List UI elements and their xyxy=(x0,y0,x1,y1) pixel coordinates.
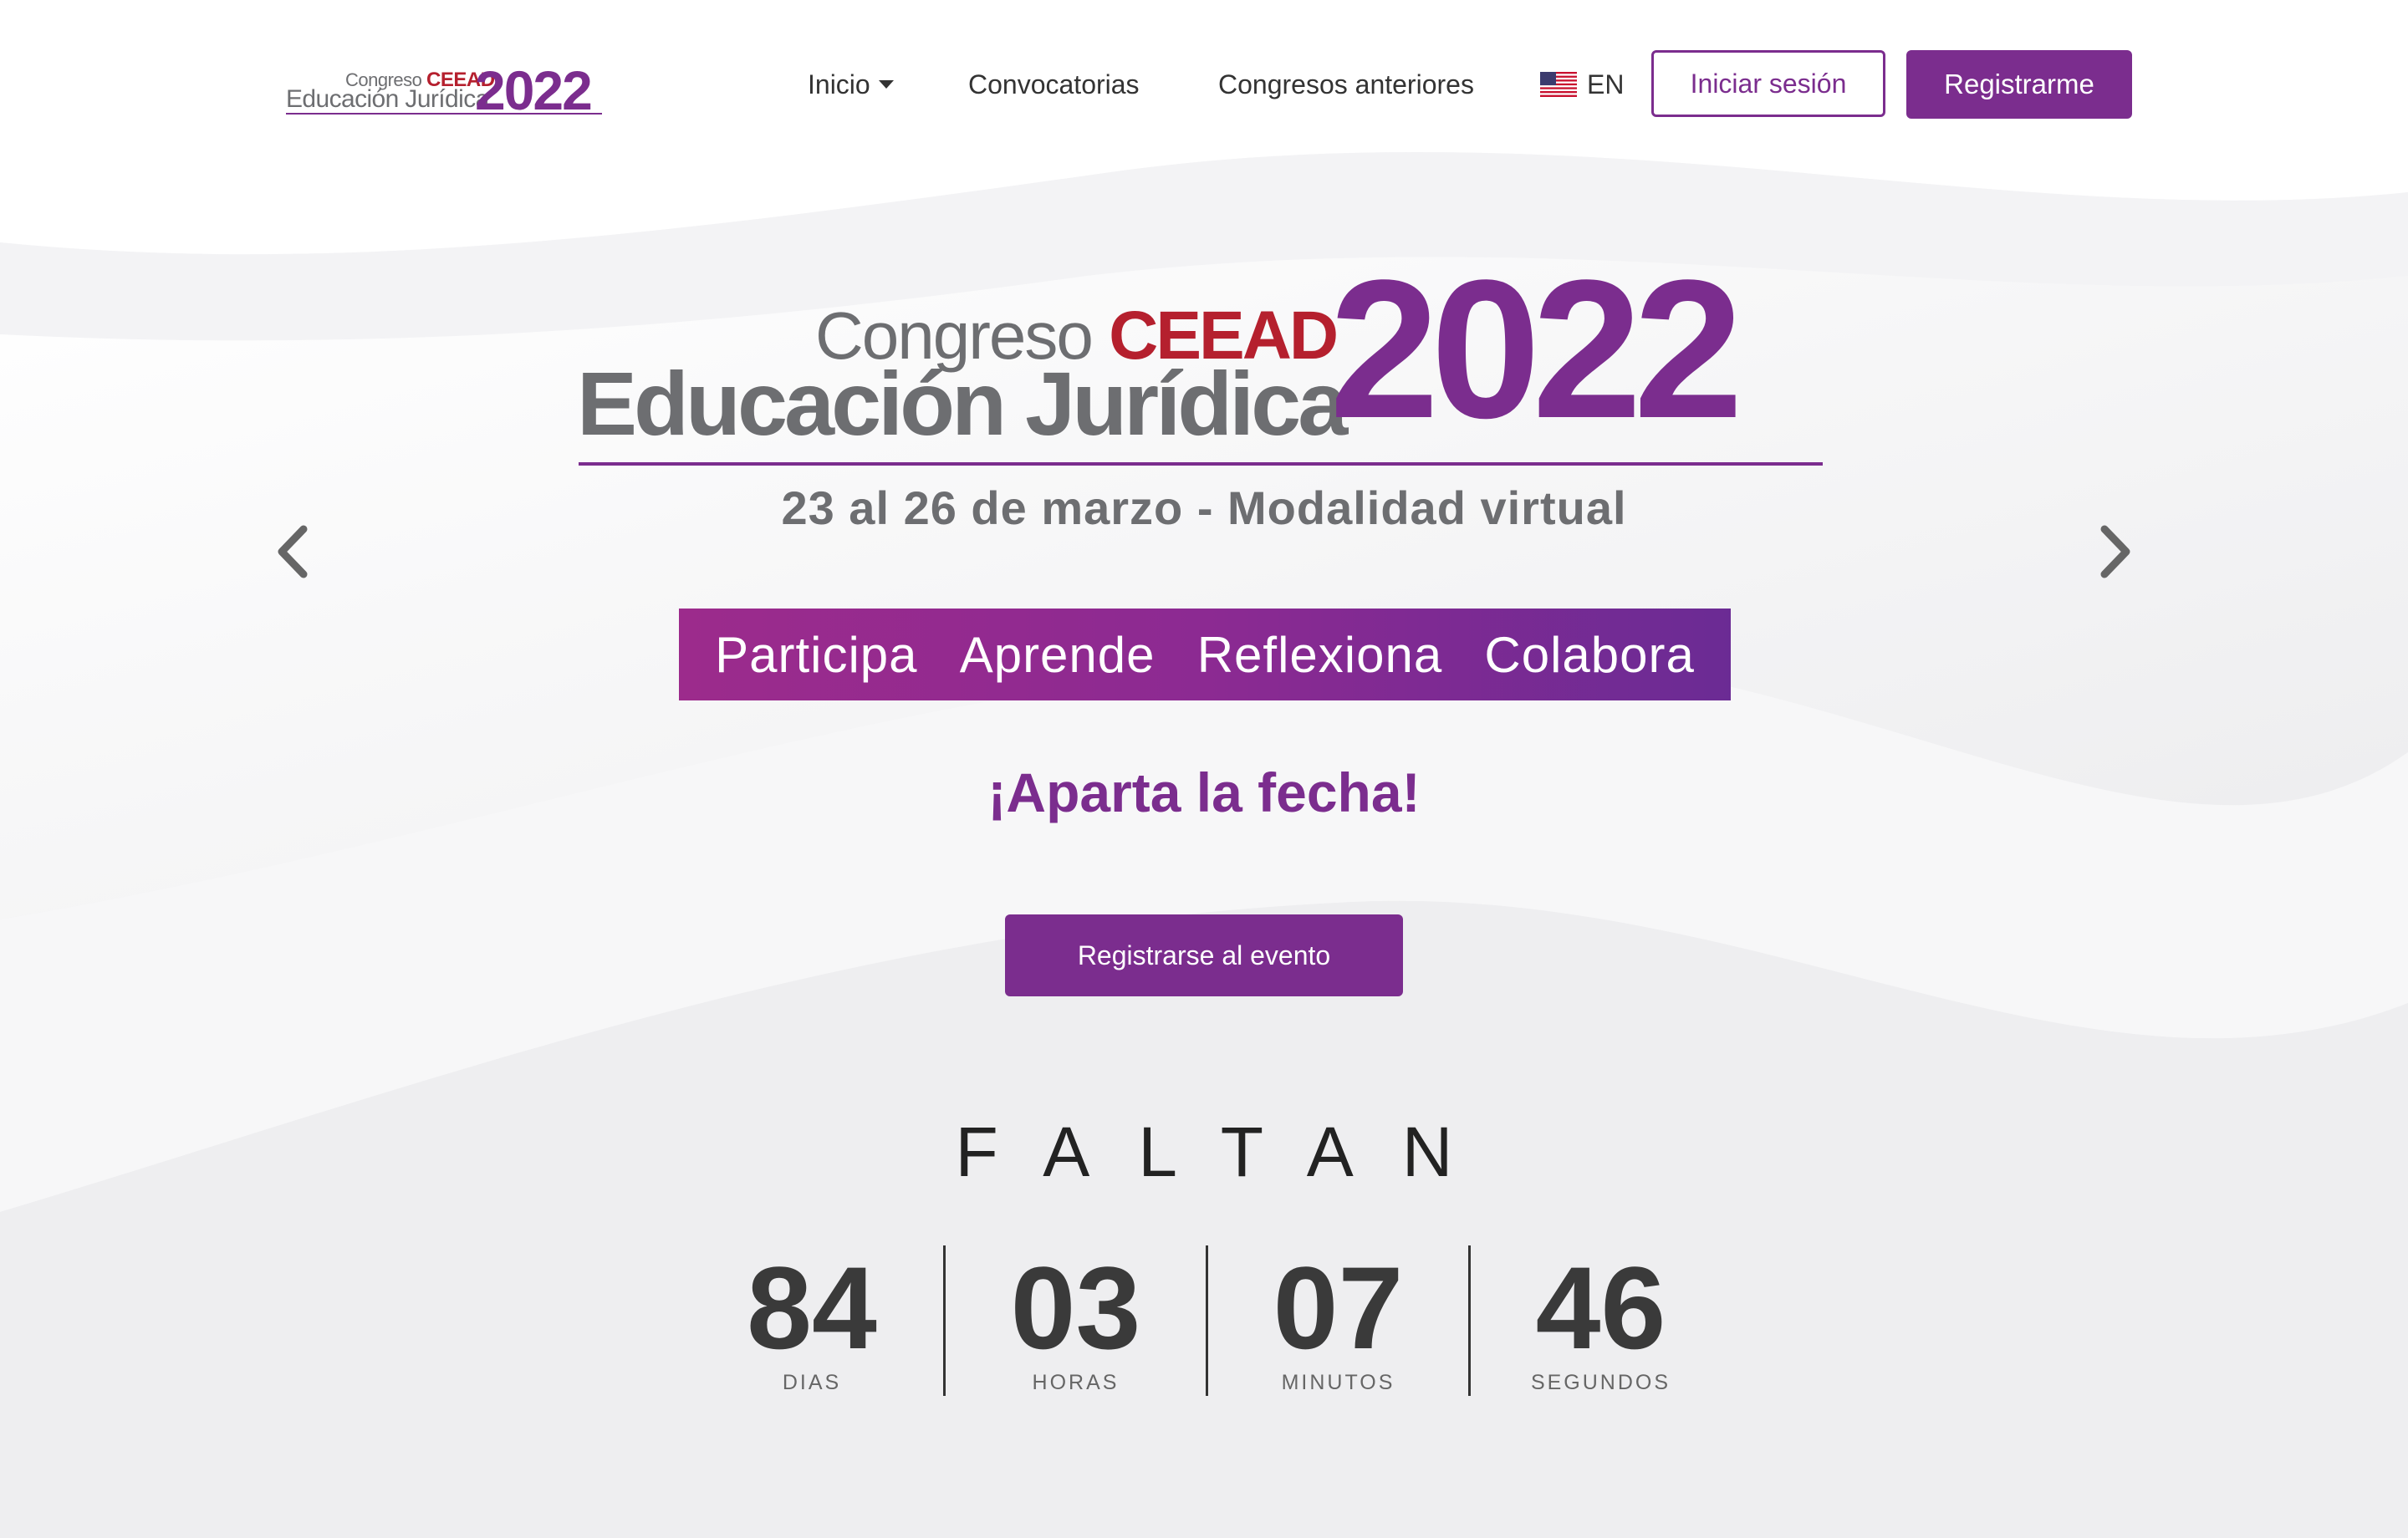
countdown-minutes-label: MINUTOS xyxy=(1281,1371,1395,1394)
countdown-seconds: 46 SEGUNDOS xyxy=(1468,1245,1731,1396)
language-label: EN xyxy=(1587,69,1625,99)
chevron-left-icon[interactable] xyxy=(272,522,314,581)
login-button[interactable]: Iniciar sesión xyxy=(1651,50,1885,117)
countdown-minutes: 07 MINUTOS xyxy=(1206,1245,1468,1396)
countdown-hours: 03 HORAS xyxy=(943,1245,1206,1396)
language-switch[interactable]: EN xyxy=(1540,65,1624,104)
event-dates: 23 al 26 de marzo - Modalidad virtual xyxy=(781,481,1627,534)
save-the-date-text: ¡Aparta la fecha! xyxy=(987,761,1421,823)
nav-inicio-label: Inicio xyxy=(808,69,870,99)
countdown-days: 84 DIAS xyxy=(681,1245,943,1396)
logo-educacion-text: Educación Jurídica xyxy=(286,85,489,113)
site-logo[interactable]: Congreso CEEAD Educación Jurídica 2022 xyxy=(283,59,605,121)
caret-down-icon xyxy=(878,80,894,89)
nav-inicio[interactable]: Inicio xyxy=(808,64,894,105)
chevron-right-icon[interactable] xyxy=(2094,522,2136,581)
countdown-seconds-value: 46 xyxy=(1535,1242,1666,1373)
banner-word-aprende: Aprende xyxy=(959,626,1156,683)
register-event-button[interactable]: Registrarse al evento xyxy=(1005,914,1403,996)
countdown-days-value: 84 xyxy=(747,1242,877,1373)
hero-logo: Congreso CEEAD Educación Jurídica 2022 xyxy=(577,251,1831,476)
register-button[interactable]: Registrarme xyxy=(1906,50,2132,119)
hero-logo-educacion: Educación Jurídica xyxy=(577,353,1348,454)
site-header: Congreso CEEAD Educación Jurídica 2022 I… xyxy=(0,0,2408,171)
countdown-hours-value: 03 xyxy=(1010,1242,1141,1373)
banner-word-participa: Participa xyxy=(715,626,918,683)
values-banner: Participa Aprende Reflexiona Colabora xyxy=(679,609,1731,700)
countdown-minutes-value: 07 xyxy=(1273,1242,1404,1373)
hero-logo-underline xyxy=(579,462,1823,466)
banner-word-colabora: Colabora xyxy=(1484,626,1695,683)
countdown-days-label: DIAS xyxy=(782,1371,842,1394)
hero-logo-year: 2022 xyxy=(1329,239,1743,460)
countdown-hours-label: HORAS xyxy=(1032,1371,1120,1394)
banner-word-reflexiona: Reflexiona xyxy=(1196,626,1443,683)
nav-convocatorias[interactable]: Convocatorias xyxy=(968,64,1140,105)
countdown-seconds-label: SEGUNDOS xyxy=(1530,1371,1671,1394)
nav-congresos-anteriores[interactable]: Congresos anteriores xyxy=(1218,64,1474,105)
countdown: 84 DIAS 03 HORAS 07 MINUTOS 46 SEGUNDOS xyxy=(681,1245,1731,1396)
countdown-title: FALTAN xyxy=(955,1113,1502,1191)
logo-underline xyxy=(286,113,602,115)
us-flag-icon xyxy=(1540,72,1577,97)
